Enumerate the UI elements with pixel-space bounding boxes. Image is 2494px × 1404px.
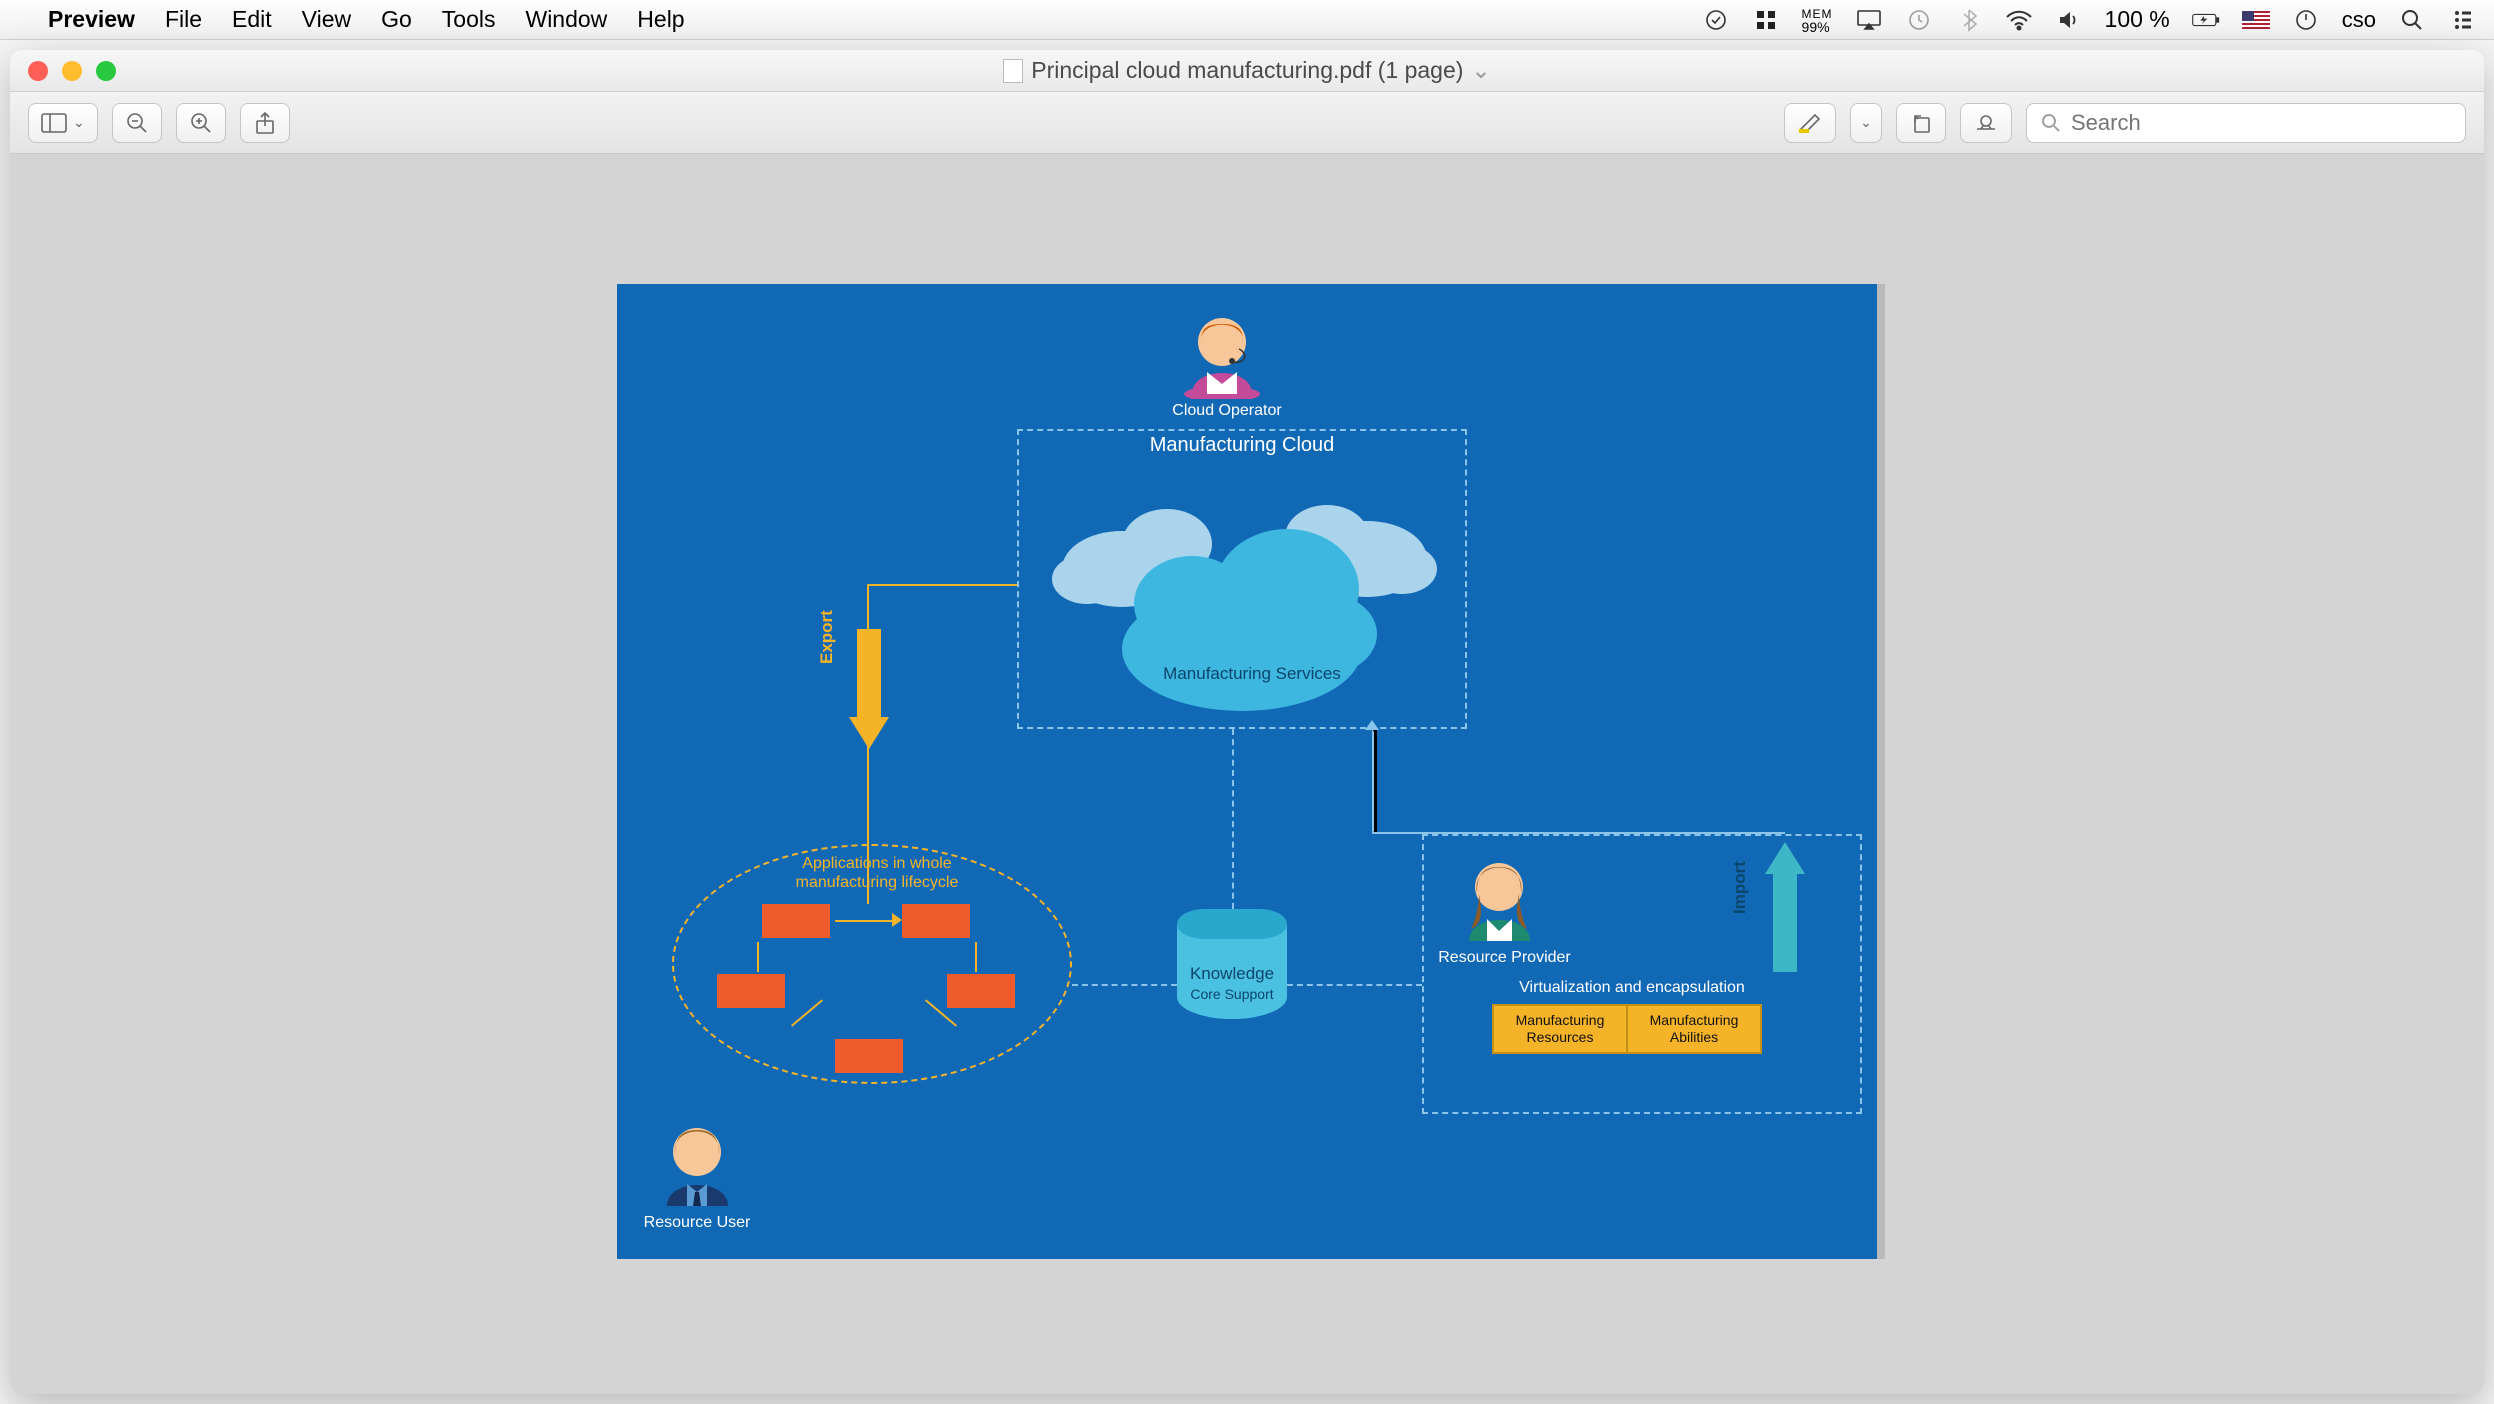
wifi-icon[interactable] [2005,6,2033,34]
fullscreen-window-button[interactable] [96,61,116,81]
battery-percent: 100 % [2105,6,2170,33]
menu-window[interactable]: Window [525,6,607,33]
resource-provider-icon [1457,849,1537,939]
search-input[interactable] [2071,110,2451,136]
sidebar-toggle-button[interactable]: ⌄ [28,103,98,143]
process-box [835,1039,903,1073]
cloud-operator-label: Cloud Operator [1137,402,1317,420]
bluetooth-icon[interactable] [1955,6,1983,34]
process-box [902,904,970,938]
cloud-cluster-icon [1037,459,1457,729]
window-titlebar: Principal cloud manufacturing.pdf (1 pag… [10,50,2484,92]
close-window-button[interactable] [28,61,48,81]
process-box [947,974,1015,1008]
menu-tools[interactable]: Tools [442,6,496,33]
spotlight-icon[interactable] [2398,6,2426,34]
title-chevron-icon[interactable]: ⌄ [1471,57,1490,84]
virtualization-table: ManufacturingResources ManufacturingAbil… [1492,1004,1762,1054]
cloud-manufacturing-diagram: Cloud Operator Manufacturing Cloud [617,284,1877,1259]
timemachine-icon[interactable] [1905,6,1933,34]
rotate-button[interactable] [1896,103,1946,143]
highlight-dropdown-button[interactable]: ⌄ [1850,103,1882,143]
grid-icon[interactable] [1752,6,1780,34]
search-icon [2041,113,2061,133]
connector-line [757,942,759,972]
checkmark-circle-icon[interactable] [1702,6,1730,34]
mem-value: 99% [1802,19,1830,35]
dashed-connector [1072,984,1177,986]
battery-charging-icon[interactable] [2192,6,2220,34]
document-viewport[interactable]: Cloud Operator Manufacturing Cloud [10,154,2484,1394]
process-box [717,974,785,1008]
virtualization-label: Virtualization and encapsulation [1497,979,1767,997]
connector-line [975,942,977,972]
connector-line [1372,832,1785,834]
macos-menubar: Preview File Edit View Go Tools Window H… [0,0,2494,40]
import-label: Import [1730,894,1750,914]
volume-icon[interactable] [2055,6,2083,34]
manufacturing-cloud-label: Manufacturing Cloud [1127,434,1357,457]
process-box [762,904,830,938]
chevron-down-icon: ⌄ [73,114,85,131]
zoom-out-button[interactable] [112,103,162,143]
sync-icon[interactable] [2292,6,2320,34]
menu-extras-icon[interactable] [2448,6,2476,34]
user-menu[interactable]: cso [2342,7,2376,33]
menu-edit[interactable]: Edit [232,6,272,33]
zoom-in-button[interactable] [176,103,226,143]
flag-us-icon[interactable] [2242,6,2270,34]
manufacturing-services-label: Manufacturing Services [1157,664,1347,684]
mfg-abilities-cell: ManufacturingAbilities [1627,1005,1761,1053]
menu-file[interactable]: File [165,6,202,33]
connector-line [835,920,895,922]
app-menu[interactable]: Preview [48,6,135,33]
chevron-down-icon: ⌄ [1860,114,1872,131]
document-icon [1003,59,1023,83]
airplay-icon[interactable] [1855,6,1883,34]
knowledge-label: Knowledge Core Support [1172,964,1292,1005]
applications-label: Applications in whole manufacturing life… [762,854,992,892]
dashed-connector [1232,729,1234,909]
resource-user-label: Resource User [637,1214,757,1232]
arrow-icon [892,913,902,927]
share-button[interactable] [240,103,290,143]
cloud-operator-icon [1177,304,1257,394]
highlight-button[interactable] [1784,103,1836,143]
resource-user-icon [655,1114,735,1204]
export-label: Export [817,644,837,664]
menu-view[interactable]: View [302,6,351,33]
preview-window: Principal cloud manufacturing.pdf (1 pag… [10,50,2484,1394]
memory-indicator[interactable]: MEM 99% [1802,6,1833,34]
export-arrow-icon [849,629,889,749]
menu-go[interactable]: Go [381,6,412,33]
import-arrow-icon [1765,842,1805,972]
pdf-page: Cloud Operator Manufacturing Cloud [617,284,1877,1259]
mfg-resources-cell: ManufacturingResources [1493,1005,1627,1053]
search-field[interactable] [2026,103,2466,143]
preview-toolbar: ⌄ ⌄ [10,92,2484,154]
export-line-h [867,584,1017,586]
window-title: Principal cloud manufacturing.pdf (1 pag… [1031,57,1463,84]
markup-button[interactable] [1960,103,2012,143]
connector-line [1372,729,1377,834]
dashed-connector [1287,984,1422,986]
menu-help[interactable]: Help [637,6,684,33]
arrow-icon [1365,720,1379,730]
minimize-window-button[interactable] [62,61,82,81]
resource-provider-label: Resource Provider [1432,949,1577,967]
